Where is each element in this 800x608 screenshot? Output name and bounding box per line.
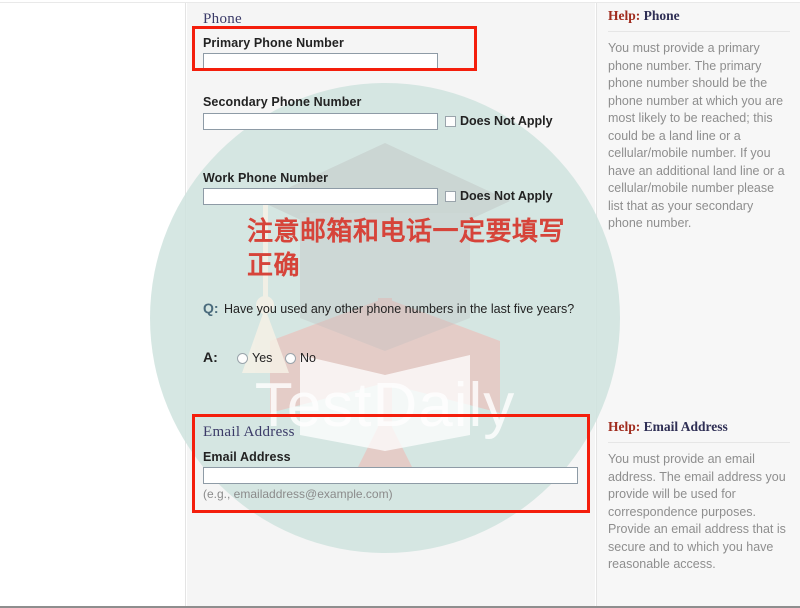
work-does-not-apply-checkbox-row[interactable]: Does Not Apply	[445, 189, 553, 203]
checkbox-icon[interactable]	[445, 115, 456, 127]
work-phone-input[interactable]	[203, 188, 438, 205]
primary-phone-input[interactable]	[203, 53, 438, 70]
help-column: Help: Phone You must provide a primary p…	[596, 3, 800, 606]
help-phone-body: You must provide a primary phone number.…	[608, 41, 785, 230]
answer-marker: A:	[203, 349, 218, 365]
screenshot-page: TestDaily Phone Primary Phone Number Sec…	[0, 0, 800, 608]
work-does-not-apply-label: Does Not Apply	[460, 189, 553, 203]
secondary-phone-input[interactable]	[203, 113, 438, 130]
secondary-phone-label: Secondary Phone Number	[203, 95, 362, 109]
phone-section-heading: Phone	[203, 11, 242, 27]
work-phone-label: Work Phone Number	[203, 171, 329, 185]
primary-phone-label: Primary Phone Number	[203, 36, 344, 50]
help-divider	[608, 31, 790, 32]
answer-option-no-label: No	[300, 351, 316, 365]
email-address-input[interactable]	[203, 467, 578, 484]
help-email-heading: Help: Email Address	[608, 419, 790, 435]
help-phone-title: Phone	[643, 8, 680, 23]
left-gutter	[0, 3, 186, 606]
email-address-label: Email Address	[203, 450, 291, 464]
help-email-body: You must provide an email address. The e…	[608, 452, 786, 571]
secondary-does-not-apply-label: Does Not Apply	[460, 114, 553, 128]
help-divider	[608, 442, 790, 443]
answer-option-yes[interactable]: Yes	[237, 351, 272, 365]
form-column: Phone Primary Phone Number Secondary Pho…	[187, 3, 595, 606]
other-phone-numbers-question: Have you used any other phone numbers in…	[224, 302, 575, 316]
help-phone-heading: Help: Phone	[608, 8, 790, 24]
email-section-heading: Email Address	[203, 424, 295, 440]
checkbox-icon[interactable]	[445, 190, 456, 202]
question-marker: Q:	[203, 300, 219, 316]
secondary-does-not-apply-checkbox-row[interactable]: Does Not Apply	[445, 114, 553, 128]
answer-option-yes-label: Yes	[252, 351, 273, 365]
help-email-title: Email Address	[643, 419, 728, 434]
email-format-hint: (e.g., emailaddress@example.com)	[203, 487, 393, 501]
radio-icon[interactable]	[237, 352, 248, 364]
chinese-annotation-note: 注意邮箱和电话一定要填写正确	[247, 217, 566, 281]
help-prefix: Help:	[608, 419, 641, 434]
help-prefix: Help:	[608, 8, 641, 23]
help-phone-panel: Help: Phone You must provide a primary p…	[608, 8, 790, 233]
answer-option-no[interactable]: No	[285, 351, 316, 365]
radio-icon[interactable]	[285, 352, 296, 364]
help-email-panel: Help: Email Address You must provide an …	[608, 419, 790, 574]
